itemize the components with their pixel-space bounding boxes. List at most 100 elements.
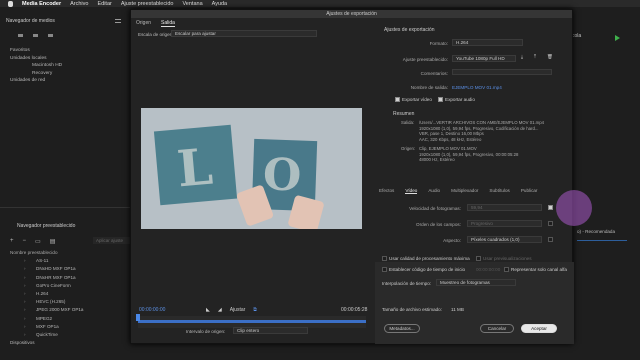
tab-video[interactable]: Vídeo: [405, 188, 418, 194]
export-audio-checkbox[interactable]: [438, 97, 443, 102]
dialog-title: Ajustes de exportación: [131, 10, 572, 18]
mark-in-icon[interactable]: ◣: [206, 307, 210, 313]
cursor-highlight: [556, 190, 592, 226]
preset-column-header[interactable]: Nombre preestablecido: [10, 249, 84, 257]
alpha-only-label: Representar solo canal alfa: [511, 267, 567, 272]
tab-audio[interactable]: Audio: [428, 188, 440, 194]
folder-icon[interactable]: ▭: [35, 238, 41, 245]
list-view-icon[interactable]: [33, 34, 38, 37]
settings-icon[interactable]: ▤: [50, 238, 56, 245]
output-name-link[interactable]: EJEMPLO MOV 01.mp4: [452, 85, 502, 90]
preset-label: Ajuste preestablecido:: [402, 57, 448, 62]
field-order-label: Orden de los campos:: [416, 222, 461, 227]
tile-letter-o: O: [262, 149, 303, 202]
preset-item[interactable]: MPEG2: [10, 315, 84, 323]
preset-item[interactable]: H.264: [10, 290, 84, 298]
menu-editar[interactable]: Editar: [97, 1, 111, 7]
fps-label: Velocidad de fotogramas:: [409, 206, 461, 211]
summary-source-label: Origen:: [401, 146, 416, 151]
remove-icon[interactable]: −: [23, 238, 27, 245]
preset-item[interactable]: GoPro CineForm: [10, 282, 84, 290]
use-previews-checkbox[interactable]: [476, 256, 481, 261]
mark-out-icon[interactable]: ◢: [218, 307, 222, 313]
tab-salida[interactable]: Salida: [161, 20, 175, 27]
tree-macintosh-hd[interactable]: Macintosh HD: [10, 62, 62, 70]
start-tc-value[interactable]: 00:00:00:00: [476, 267, 500, 272]
source-range-dropdown[interactable]: Clip entero: [233, 327, 308, 334]
menu-ventana[interactable]: Ventana: [182, 1, 202, 7]
tree-recovery[interactable]: Recovery: [10, 70, 62, 78]
media-tree: Favoritos Unidades locales Macintosh HD …: [10, 47, 62, 85]
save-preset-icon[interactable]: ⤓: [521, 54, 523, 59]
metadata-button[interactable]: Metadatos...: [384, 324, 420, 333]
tab-publicar[interactable]: Publicar: [521, 188, 538, 194]
menu-ayuda[interactable]: Ayuda: [212, 1, 228, 7]
delete-preset-icon[interactable]: 🗑: [547, 54, 553, 60]
output-name-label: Nombre de salida:: [410, 85, 448, 90]
summary-header[interactable]: Resumen: [393, 111, 414, 117]
summary-output-line: AAC, 320 Kbps, 48 kHz, Estéreo: [419, 136, 482, 142]
fps-dropdown[interactable]: 59,94: [467, 204, 542, 211]
menu-ajuste[interactable]: Ajuste preestablecido: [121, 1, 174, 7]
accept-button[interactable]: Aceptar: [521, 324, 557, 333]
alpha-only-checkbox[interactable]: [504, 267, 509, 272]
tab-origen[interactable]: Origen: [136, 20, 151, 27]
comments-input[interactable]: [452, 69, 552, 75]
preset-group-devices[interactable]: Dispositivos: [10, 339, 84, 347]
comments-label: Comentarios:: [420, 71, 448, 76]
filesize-label: Tamaño de archivo estimado:: [382, 307, 443, 312]
apple-icon[interactable]: [8, 0, 13, 7]
export-video-checkbox[interactable]: [395, 97, 400, 102]
grid-view-icon[interactable]: [48, 34, 53, 37]
preset-item[interactable]: DNxHD MXF OP1a: [10, 265, 84, 273]
export-settings-dialog: Ajustes de exportación Origen Salida Esc…: [130, 9, 574, 344]
preset-item[interactable]: AS-11: [10, 257, 84, 265]
summary-source: Clip, EJEMPLO MOV 01.MOV 1920x1080 (1,0)…: [419, 146, 518, 163]
max-quality-checkbox[interactable]: [382, 256, 387, 261]
cancel-button[interactable]: Cancelar: [480, 324, 514, 333]
tab-subtitulos[interactable]: Subtítulos: [489, 188, 509, 194]
filter-icon[interactable]: [18, 34, 23, 37]
playhead[interactable]: [136, 314, 140, 321]
panel-menu-icon[interactable]: [115, 19, 121, 23]
tab-multiplexador[interactable]: Multiplexador: [451, 188, 478, 194]
settings-tabs: Efectos Vídeo Audio Multiplexador Subtít…: [379, 188, 537, 194]
field-order-checkbox[interactable]: [548, 221, 553, 226]
fit-dropdown[interactable]: Ajustar: [230, 307, 246, 313]
preset-item[interactable]: DNxHR MXF OP1a: [10, 274, 84, 282]
preset-dropdown[interactable]: YouTube 1080p Full HD: [452, 55, 516, 62]
timecode-out: 00:00:05:28: [341, 307, 368, 313]
preset-item[interactable]: MXF OP1a: [10, 323, 84, 331]
interp-dropdown[interactable]: Muestreo de fotogramas: [436, 279, 516, 286]
start-queue-icon[interactable]: [615, 35, 620, 41]
preset-item[interactable]: HEVC (H.265): [10, 298, 84, 306]
format-dropdown[interactable]: H.264: [452, 39, 523, 46]
crop-icon[interactable]: ⧉: [253, 307, 257, 313]
source-range-label: Intervalo de origen:: [186, 329, 226, 334]
preset-item[interactable]: JPEG 2000 MXF OP1a: [10, 306, 84, 314]
tab-efectos[interactable]: Efectos: [379, 188, 394, 194]
timeline-range-bar[interactable]: [138, 320, 366, 323]
tree-favorites[interactable]: Favoritos: [10, 47, 62, 55]
field-order-dropdown[interactable]: Progresivo: [467, 220, 542, 227]
queue-progress-line: [577, 240, 627, 241]
add-icon[interactable]: +: [10, 238, 14, 245]
scale-dropdown[interactable]: Escalar para ajustar: [171, 30, 317, 37]
aspect-checkbox[interactable]: [548, 237, 553, 242]
tree-network-drives[interactable]: Unidades de red: [10, 77, 62, 85]
menu-app-name[interactable]: Media Encoder: [22, 1, 61, 7]
menu-archivo[interactable]: Archivo: [70, 1, 88, 7]
queue-preset-dropdown[interactable]: o) - Recomendada: [577, 229, 615, 234]
aspect-dropdown[interactable]: Píxeles cuadrados (1,0): [467, 236, 542, 243]
import-preset-icon[interactable]: ⤒: [534, 54, 536, 59]
export-settings-header[interactable]: Ajustes de exportación: [384, 27, 435, 33]
start-tc-checkbox[interactable]: [382, 267, 387, 272]
preset-item[interactable]: QuickTime: [10, 331, 84, 339]
tree-local-drives[interactable]: Unidades locales: [10, 55, 62, 63]
fps-match-checkbox[interactable]: [548, 205, 553, 210]
timecode-in[interactable]: 00:00:00:00: [139, 307, 165, 313]
max-quality-label: Usar calidad de procesamiento máxima: [389, 256, 470, 261]
scale-label: Escala de origen:: [138, 32, 174, 37]
summary-output-label: Salida:: [401, 120, 415, 125]
queue-panel-title: cola: [572, 33, 582, 39]
